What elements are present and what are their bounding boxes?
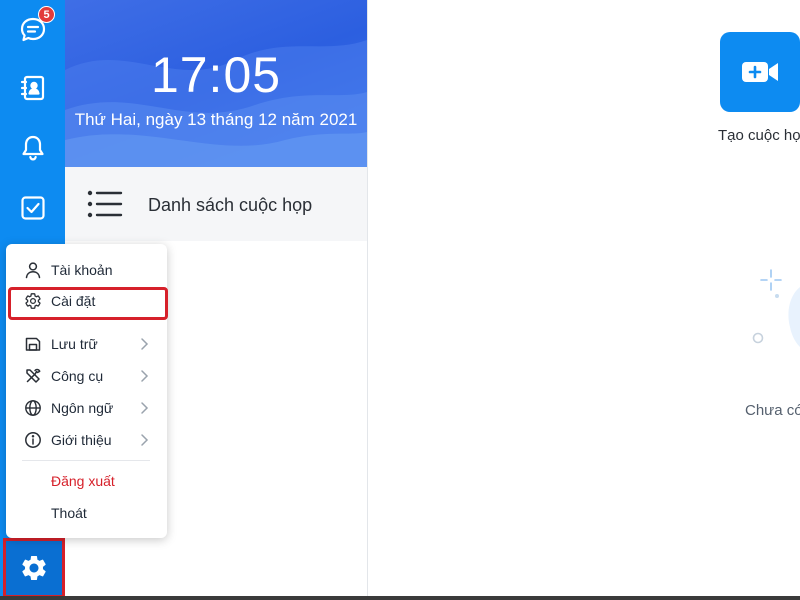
menu-item-label: Công cụ [51,368,104,384]
settings-highlight-box [8,287,168,320]
menu-item-about[interactable]: Giới thiệu [6,425,167,455]
nav-tasks-button[interactable] [0,178,65,238]
chevron-right-icon [141,402,149,414]
info-icon [25,432,41,448]
menu-divider [22,460,150,461]
storage-icon [25,337,41,351]
menu-item-exit[interactable]: Thoát [6,498,167,528]
panel-divider [367,0,368,600]
checkbox-icon [20,196,45,220]
nav-notifications-button[interactable] [0,118,65,178]
globe-icon [25,400,41,416]
clock-date: Thứ Hai, ngày 13 tháng 12 năm 2021 [74,110,358,129]
menu-item-tools[interactable]: Công cụ [6,361,167,391]
nav-contacts-button[interactable] [0,58,65,118]
menu-item-label: Lưu trữ [51,336,98,352]
menu-item-storage[interactable]: Lưu trữ [6,329,167,359]
tools-icon [26,368,41,383]
empty-state-label: Chưa có [745,402,800,419]
menu-item-logout[interactable]: Đăng xuất [6,466,167,496]
empty-state-illustration [752,269,800,347]
clock-banner: 17:05 Thứ Hai, ngày 13 tháng 12 năm 2021 [65,0,367,167]
chevron-right-icon [141,338,149,350]
menu-item-language[interactable]: Ngôn ngữ [6,393,167,423]
menu-item-label: Tài khoản [51,262,113,278]
menu-item-account[interactable]: Tài khoản [6,255,167,285]
list-icon [87,190,123,218]
menu-item-label: Ngôn ngữ [51,400,114,416]
menu-item-label: Thoát [51,505,87,521]
unread-badge: 5 [38,6,55,23]
clock-time: 17:05 [150,47,282,103]
create-meeting-button[interactable] [720,32,800,112]
gear-icon [22,556,46,580]
video-camera-icon [742,62,778,82]
bottom-edge [0,596,800,600]
nav-messages-button[interactable]: 5 [0,0,65,60]
bell-icon [21,135,44,161]
create-meeting-label: Tạo cuộc họp [718,127,800,144]
meeting-list-label: Danh sách cuộc họp [148,195,313,215]
menu-item-label: Đăng xuất [51,473,115,489]
menu-item-label: Giới thiệu [51,432,112,448]
nav-settings-button[interactable] [3,538,65,598]
contacts-icon [20,75,44,101]
settings-menu: Tài khoản Cài đặt Lưu trữ Công cụ Ngôn n… [6,244,168,538]
meeting-list-button[interactable]: Danh sách cuộc họp [65,167,367,241]
chevron-right-icon [141,434,149,446]
user-icon [25,262,41,279]
chevron-right-icon [141,370,149,382]
